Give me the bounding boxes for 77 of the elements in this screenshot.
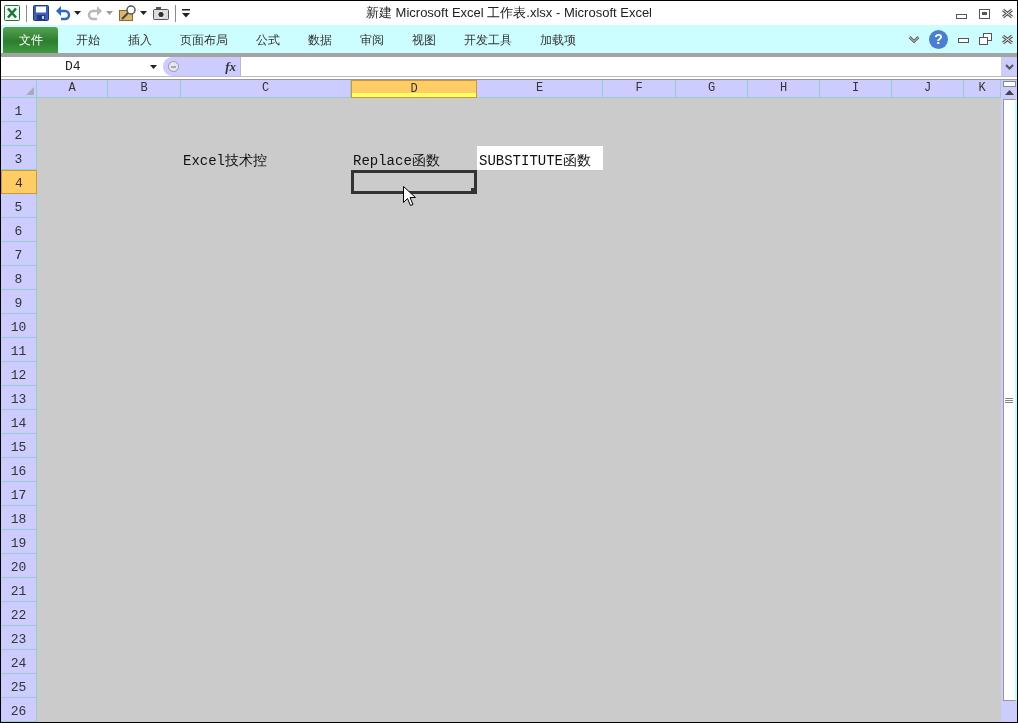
close-icon[interactable]: [1001, 7, 1014, 19]
row-header[interactable]: 22: [1, 602, 37, 626]
ribbon-tab[interactable]: 审阅: [346, 27, 398, 53]
column-header[interactable]: B: [108, 80, 181, 98]
grip-icon: [1005, 397, 1013, 403]
row-header[interactable]: 14: [1, 410, 37, 434]
column-header[interactable]: A: [37, 80, 108, 98]
ribbon-tab[interactable]: 加载项: [526, 27, 590, 53]
column-header[interactable]: H: [748, 80, 820, 98]
row-header[interactable]: 12: [1, 362, 37, 386]
row-header[interactable]: 5: [1, 194, 37, 218]
column-header[interactable]: C: [181, 80, 351, 98]
scroll-up-arrow-icon[interactable]: [1004, 90, 1014, 95]
row-header[interactable]: 1: [1, 98, 37, 122]
row-header[interactable]: 23: [1, 626, 37, 650]
split-box[interactable]: [1002, 81, 1016, 87]
ribbon-tab[interactable]: 数据: [294, 27, 346, 53]
row-header[interactable]: 8: [1, 266, 37, 290]
spreadsheet-cell[interactable]: Excel技术控: [181, 146, 351, 170]
row-header[interactable]: 16: [1, 458, 37, 482]
ribbon-tab[interactable]: 公式: [242, 27, 294, 53]
row-header[interactable]: 21: [1, 578, 37, 602]
name-box[interactable]: D4: [3, 57, 161, 76]
row-header[interactable]: 7: [1, 242, 37, 266]
customize-menu-icon[interactable]: [182, 8, 190, 18]
column-header[interactable]: G: [676, 80, 748, 98]
row-header[interactable]: 13: [1, 386, 37, 410]
row-header[interactable]: 18: [1, 506, 37, 530]
active-cell[interactable]: [351, 170, 477, 194]
ribbon-tab[interactable]: 视图: [398, 27, 450, 53]
ribbon-tab[interactable]: 开始: [62, 27, 114, 53]
row-header[interactable]: 24: [1, 650, 37, 674]
row-header[interactable]: 3: [1, 146, 37, 170]
insert-function-button[interactable]: fx: [225, 60, 236, 73]
expand-formula-button[interactable]: [1001, 57, 1017, 76]
caret-icon[interactable]: [140, 11, 147, 15]
save-icon[interactable]: [33, 5, 49, 21]
column-header[interactable]: K: [964, 80, 1001, 98]
row-header[interactable]: 19: [1, 530, 37, 554]
spreadsheet-cell[interactable]: Replace函数: [351, 146, 477, 170]
magnifier-box-icon[interactable]: [119, 5, 137, 21]
column-header[interactable]: E: [477, 80, 603, 98]
column-header[interactable]: J: [892, 80, 964, 98]
ribbon-tab[interactable]: 开发工具: [450, 27, 526, 53]
ribbon-tab[interactable]: 页面布局: [166, 27, 242, 53]
row-header[interactable]: 10: [1, 314, 37, 338]
camera-icon[interactable]: [153, 6, 169, 20]
row-header[interactable]: 11: [1, 338, 37, 362]
spreadsheet-logo-icon[interactable]: [4, 5, 20, 21]
row-header[interactable]: 4: [1, 170, 37, 194]
spreadsheet-cell[interactable]: SUBSTITUTE函数: [477, 146, 603, 170]
row-header[interactable]: 25: [1, 674, 37, 698]
chevron-down-icon: [1004, 63, 1014, 70]
column-header[interactable]: I: [820, 80, 892, 98]
close-icon[interactable]: [1001, 33, 1014, 45]
mouse-pointer-icon: [403, 186, 416, 207]
undo-icon[interactable]: [55, 5, 71, 21]
row-header[interactable]: 26: [1, 698, 37, 722]
chevron-down-icon[interactable]: [908, 34, 920, 44]
window-title: 新建 Microsoft Excel 工作表.xlsx - Microsoft Excel: [365, 4, 652, 23]
row-header[interactable]: 6: [1, 218, 37, 242]
caret-icon[interactable]: [150, 64, 157, 69]
ribbon-tab[interactable]: 插入: [114, 27, 166, 53]
row-header[interactable]: 9: [1, 290, 37, 314]
fill-handle-icon[interactable]: [471, 188, 477, 194]
help-button[interactable]: ?: [929, 29, 948, 49]
triangle-icon: [26, 87, 34, 95]
row-header[interactable]: 15: [1, 434, 37, 458]
column-header[interactable]: D: [351, 80, 477, 98]
column-header[interactable]: F: [603, 80, 676, 98]
row-header[interactable]: 2: [1, 122, 37, 146]
row-header[interactable]: 17: [1, 482, 37, 506]
file-tab[interactable]: 文件: [3, 27, 58, 53]
restore-icon[interactable]: [979, 33, 992, 45]
row-header[interactable]: 20: [1, 554, 37, 578]
restore-icon[interactable]: [978, 7, 991, 19]
caret-icon[interactable]: [74, 11, 81, 15]
